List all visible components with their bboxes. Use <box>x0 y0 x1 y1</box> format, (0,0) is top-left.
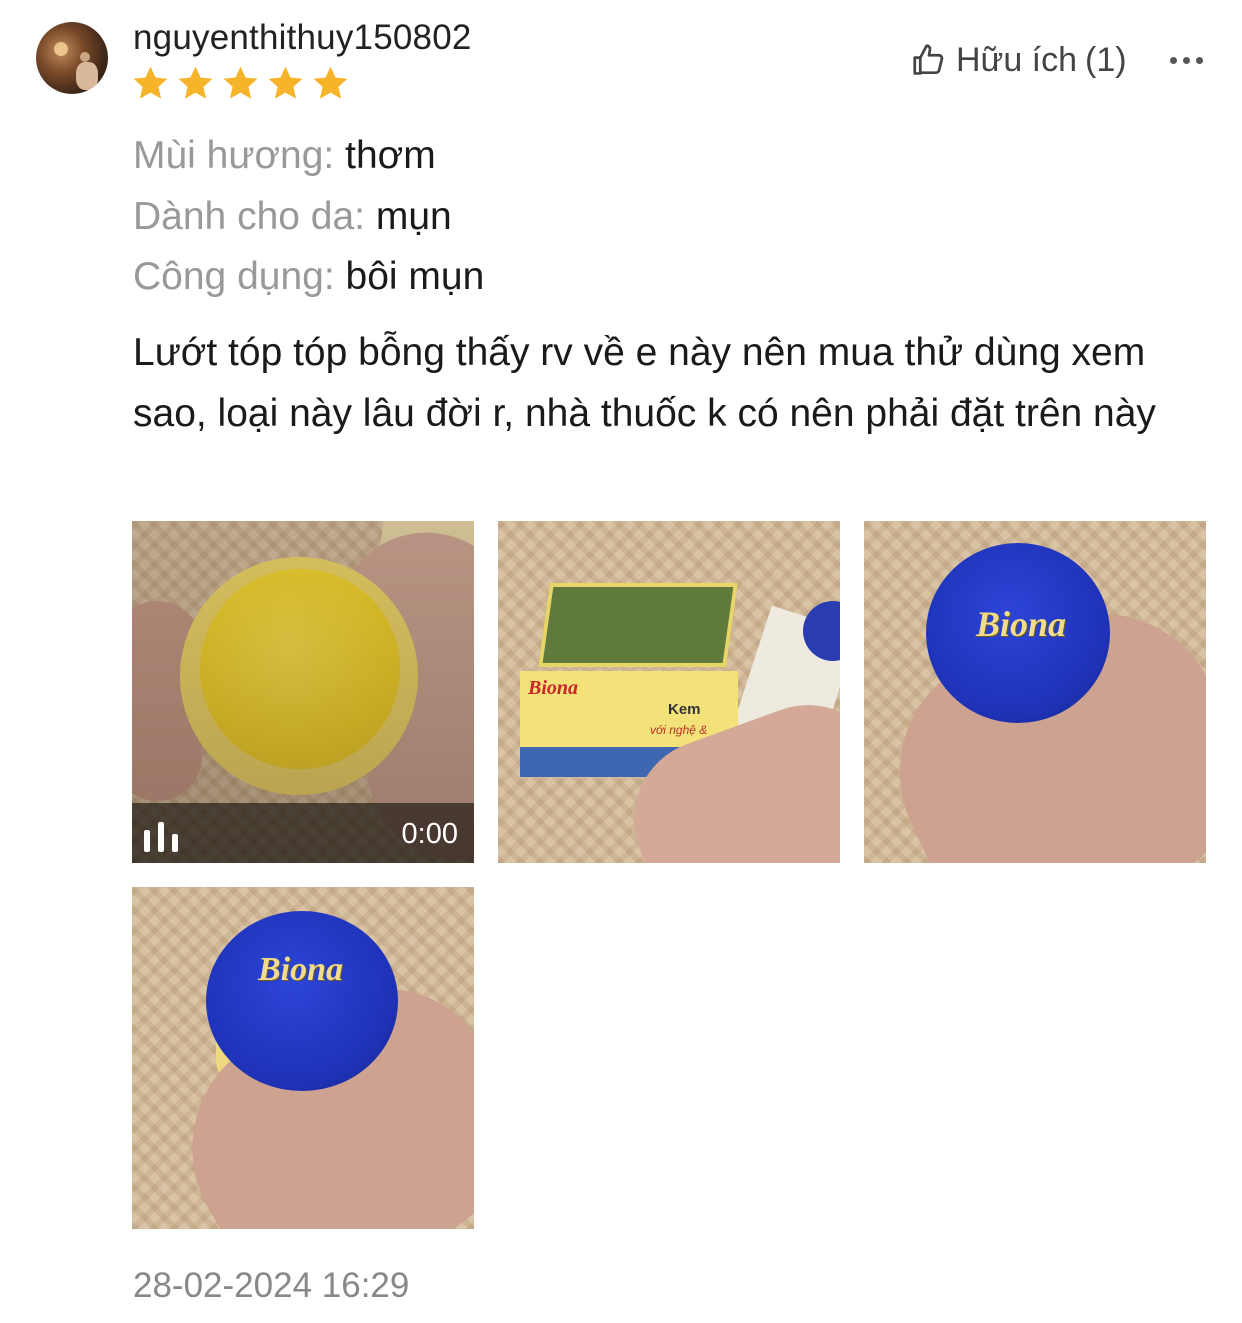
star-icon <box>133 66 168 99</box>
photo-box-title: Kem <box>668 701 701 718</box>
attribute-skin-type: Dành cho da: mụn <box>133 195 452 239</box>
attribute-value: bôi mụn <box>345 255 485 298</box>
helpful-label: Hữu ích <box>956 40 1078 79</box>
review-photo[interactable]: Biona Kem với nghệ & <box>498 521 840 863</box>
review-video-thumbnail[interactable]: 0:00 <box>132 521 474 863</box>
attribute-scent: Mùi hương: thơm <box>133 134 436 178</box>
avatar-light <box>80 52 90 62</box>
more-dot <box>1196 56 1203 64</box>
review-text: Lướt tóp tóp bỗng thấy rv về e này nên m… <box>133 331 1156 435</box>
star-rating <box>131 64 350 103</box>
star-icon <box>223 66 258 99</box>
attribute-key: Công dụng: <box>133 255 335 298</box>
review-photo[interactable]: Biona <box>132 887 474 1229</box>
review-date: 28-02-2024 16:29 <box>133 1266 410 1305</box>
star-icon <box>178 66 213 99</box>
helpful-count: (1) <box>1085 40 1127 79</box>
photo-lid-text: Biona <box>258 951 344 988</box>
photo-box-subtitle: với nghệ & <box>650 723 708 737</box>
review-card: nguyenthithuy150802 Hữu ích (1) Mùi hương… <box>0 0 1242 1323</box>
photo-lid-text: Biona <box>976 604 1067 644</box>
avatar-face <box>76 62 98 90</box>
photo-lid <box>206 911 398 1091</box>
star-icon <box>313 66 348 99</box>
avatar[interactable] <box>36 22 108 94</box>
review-photo[interactable]: Biona <box>864 521 1206 863</box>
more-dot <box>1170 56 1177 64</box>
attribute-value: thơm <box>345 134 436 177</box>
photo-box-top <box>538 583 738 667</box>
avatar-light <box>54 42 68 56</box>
helpful-button[interactable]: Hữu ích (1) <box>910 40 1127 80</box>
attribute-key: Dành cho da: <box>133 195 366 238</box>
video-icon-bar <box>144 830 150 852</box>
more-icon[interactable] <box>1170 46 1203 74</box>
video-icon <box>144 822 178 852</box>
star-icon <box>268 66 303 99</box>
video-icon-bar <box>172 834 178 852</box>
video-duration: 0:00 <box>401 818 458 850</box>
attribute-usage: Công dụng: bôi mụn <box>133 255 484 299</box>
video-icon-bar <box>158 822 164 852</box>
username[interactable]: nguyenthithuy150802 <box>133 18 472 58</box>
attribute-key: Mùi hương: <box>133 134 335 177</box>
attribute-value: mụn <box>375 195 452 238</box>
photo-box-logo: Biona <box>528 677 579 699</box>
more-dot <box>1183 56 1190 64</box>
thumbs-up-icon <box>913 44 944 75</box>
